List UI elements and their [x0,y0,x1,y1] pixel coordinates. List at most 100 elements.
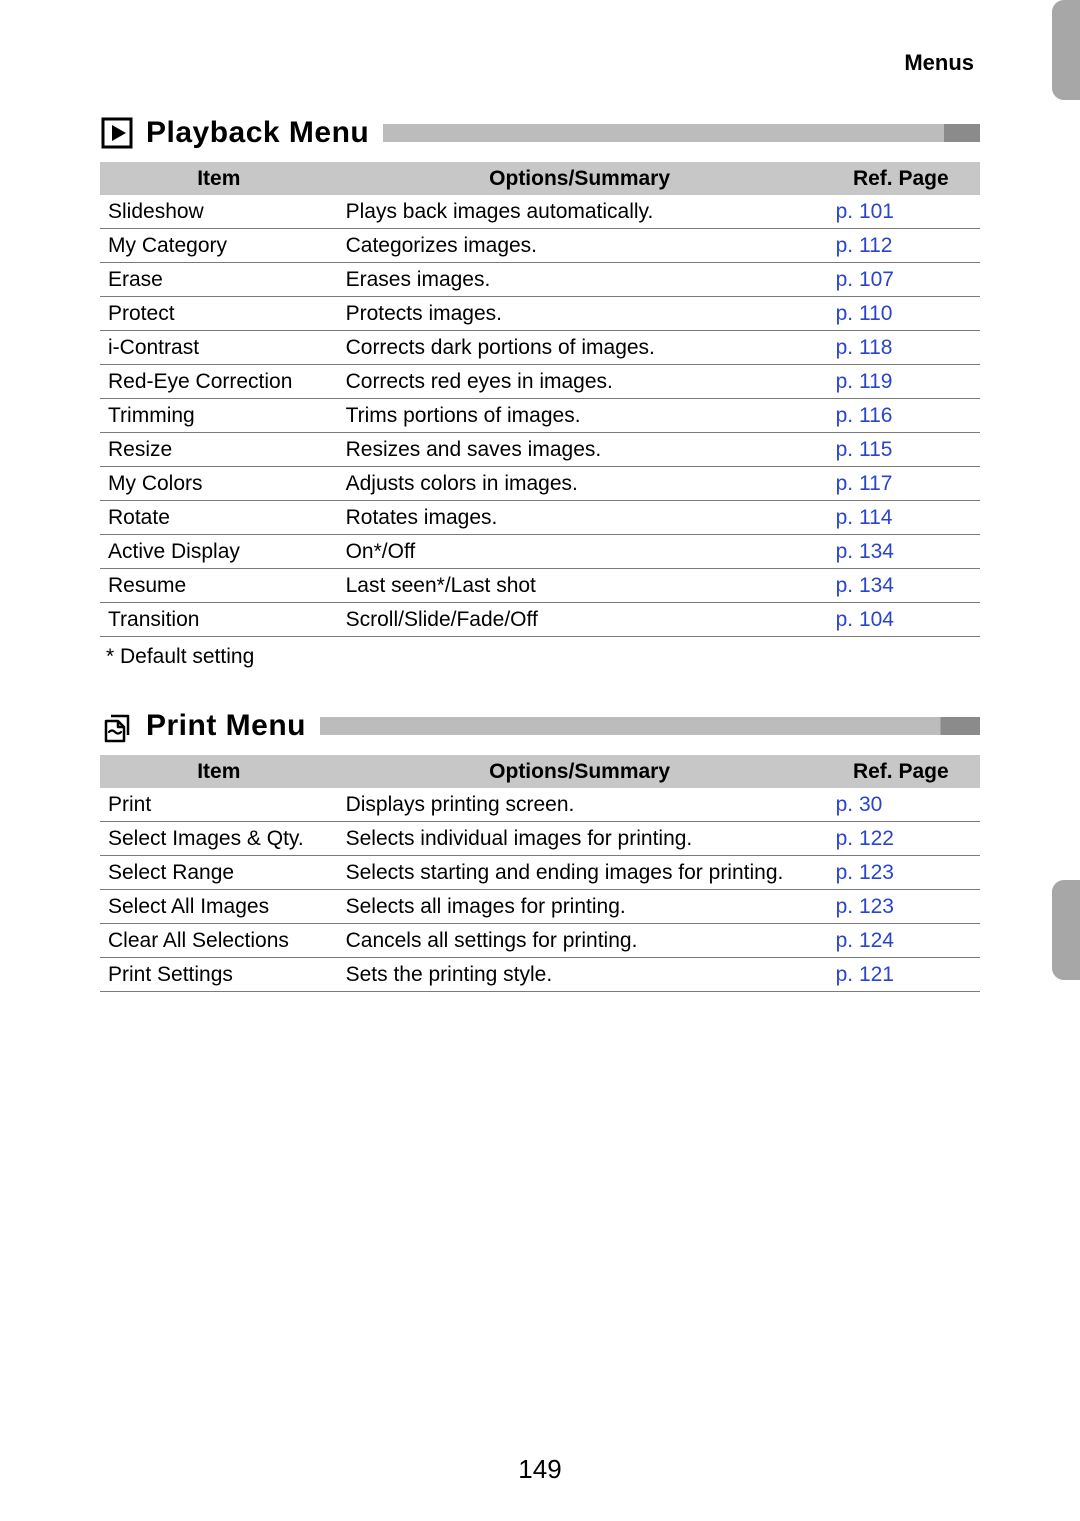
menu-item-summary: Scroll/Slide/Fade/Off [338,603,822,637]
menu-item-summary: Last seen*/Last shot [338,569,822,603]
menu-item-summary: Adjusts colors in images. [338,467,822,501]
print-icon [100,709,134,743]
play-box-icon [101,117,133,149]
menu-item-ref-cell: p. 134 [822,535,980,569]
menu-table: ItemOptions/SummaryRef. PagePrintDisplay… [100,755,980,992]
table-header-ref: Ref. Page [822,755,980,788]
table-row: i-ContrastCorrects dark portions of imag… [100,331,980,365]
menu-item-summary: Displays printing screen. [338,788,822,822]
table-row: Select Images & Qty.Selects individual i… [100,822,980,856]
table-row: Red-Eye CorrectionCorrects red eyes in i… [100,365,980,399]
menu-item-summary: Corrects red eyes in images. [338,365,822,399]
menu-item-ref-cell: p. 117 [822,467,980,501]
menu-item-ref-cell: p. 114 [822,501,980,535]
menu-item-ref-cell: p. 110 [822,297,980,331]
default-setting-footnote: * Default setting [100,637,980,669]
menu-item-ref-cell: p. 116 [822,399,980,433]
menu-item-ref-cell: p. 122 [822,822,980,856]
ref-page-link[interactable]: p. 118 [836,336,893,359]
menu-item-summary: Cancels all settings for printing. [338,924,822,958]
ref-page-link[interactable]: p. 104 [836,608,894,631]
table-row: PrintDisplays printing screen. p. 30 [100,788,980,822]
ref-page-link[interactable]: p. 121 [836,963,894,986]
ref-page-link[interactable]: p. 119 [836,370,893,393]
ref-page-link[interactable]: p. 116 [836,404,893,427]
menu-item-name: Select All Images [100,890,338,924]
table-header-ref: Ref. Page [822,162,980,195]
ref-page-link[interactable]: p. 112 [836,234,893,257]
ref-page-link[interactable]: p. 124 [836,929,894,952]
menu-item-ref-cell: p. 119 [822,365,980,399]
page-number: 149 [0,1454,1080,1485]
ref-page-link[interactable]: p. 123 [836,895,894,918]
ref-page-link[interactable]: p. 123 [836,861,894,884]
ref-page-link[interactable]: p. 114 [836,506,893,529]
menu-item-summary: Protects images. [338,297,822,331]
table-header-summary: Options/Summary [338,162,822,195]
menu-item-summary: Plays back images automatically. [338,195,822,229]
ref-page-link[interactable]: p. 117 [836,472,893,495]
page-content: Menus Playback MenuItemOptions/SummaryRe… [100,50,980,992]
play-box-icon [100,116,134,150]
menu-item-summary: On*/Off [338,535,822,569]
menu-item-ref-cell: p. 112 [822,229,980,263]
table-row: ProtectProtects images. p. 110 [100,297,980,331]
table-header-summary: Options/Summary [338,755,822,788]
section-title: Print Menu [146,709,306,743]
table-row: Select RangeSelects starting and ending … [100,856,980,890]
heading-rule [383,124,980,142]
ref-page-link[interactable]: p. 107 [836,268,894,291]
menu-item-name: Erase [100,263,338,297]
menu-item-name: Rotate [100,501,338,535]
table-row: Clear All SelectionsCancels all settings… [100,924,980,958]
ref-page-link[interactable]: p. 30 [836,793,883,816]
ref-page-link[interactable]: p. 115 [836,438,893,461]
ref-page-link[interactable]: p. 101 [836,200,894,223]
table-row: Print SettingsSets the printing style.p.… [100,958,980,992]
menu-item-name: Transition [100,603,338,637]
ref-page-link[interactable]: p. 134 [836,540,894,563]
menu-item-summary: Selects starting and ending images for p… [338,856,822,890]
side-tab-top [1052,0,1080,100]
menu-item-name: Resume [100,569,338,603]
ref-page-link[interactable]: p. 134 [836,574,894,597]
menu-table: ItemOptions/SummaryRef. PageSlideshowPla… [100,162,980,637]
menu-item-summary: Corrects dark portions of images. [338,331,822,365]
menu-item-summary: Resizes and saves images. [338,433,822,467]
print-icon [100,709,134,743]
table-row: TrimmingTrims portions of images.p. 116 [100,399,980,433]
table-row: ResumeLast seen*/Last shot p. 134 [100,569,980,603]
heading-rule [320,717,980,735]
menu-item-ref-cell: p. 124 [822,924,980,958]
menu-item-summary: Erases images. [338,263,822,297]
table-row: SlideshowPlays back images automatically… [100,195,980,229]
menu-item-ref-cell: p. 118 [822,331,980,365]
menu-item-name: Select Range [100,856,338,890]
menu-item-name: Print [100,788,338,822]
table-row: EraseErases images. p. 107 [100,263,980,297]
menu-item-name: Red-Eye Correction [100,365,338,399]
menu-item-name: Select Images & Qty. [100,822,338,856]
table-row: My ColorsAdjusts colors in images. p. 117 [100,467,980,501]
menu-item-ref-cell: p. 104 [822,603,980,637]
menu-item-name: Slideshow [100,195,338,229]
table-row: My CategoryCategorizes images.p. 112 [100,229,980,263]
menu-item-name: Protect [100,297,338,331]
menu-item-ref-cell: p. 30 [822,788,980,822]
running-head: Menus [100,50,980,76]
table-row: RotateRotates images.p. 114 [100,501,980,535]
menu-item-summary: Categorizes images. [338,229,822,263]
menu-item-summary: Sets the printing style. [338,958,822,992]
menu-item-name: Clear All Selections [100,924,338,958]
menu-item-name: My Colors [100,467,338,501]
menu-item-name: Trimming [100,399,338,433]
table-row: ResizeResizes and saves images.p. 115 [100,433,980,467]
table-row: TransitionScroll/Slide/Fade/Off p. 104 [100,603,980,637]
table-row: Active DisplayOn*/Offp. 134 [100,535,980,569]
ref-page-link[interactable]: p. 122 [836,827,894,850]
side-tab-mid [1052,880,1080,980]
ref-page-link[interactable]: p. 110 [836,302,893,325]
menu-item-ref-cell: p. 123 [822,856,980,890]
menu-item-name: i-Contrast [100,331,338,365]
menu-item-summary: Selects individual images for printing. [338,822,822,856]
